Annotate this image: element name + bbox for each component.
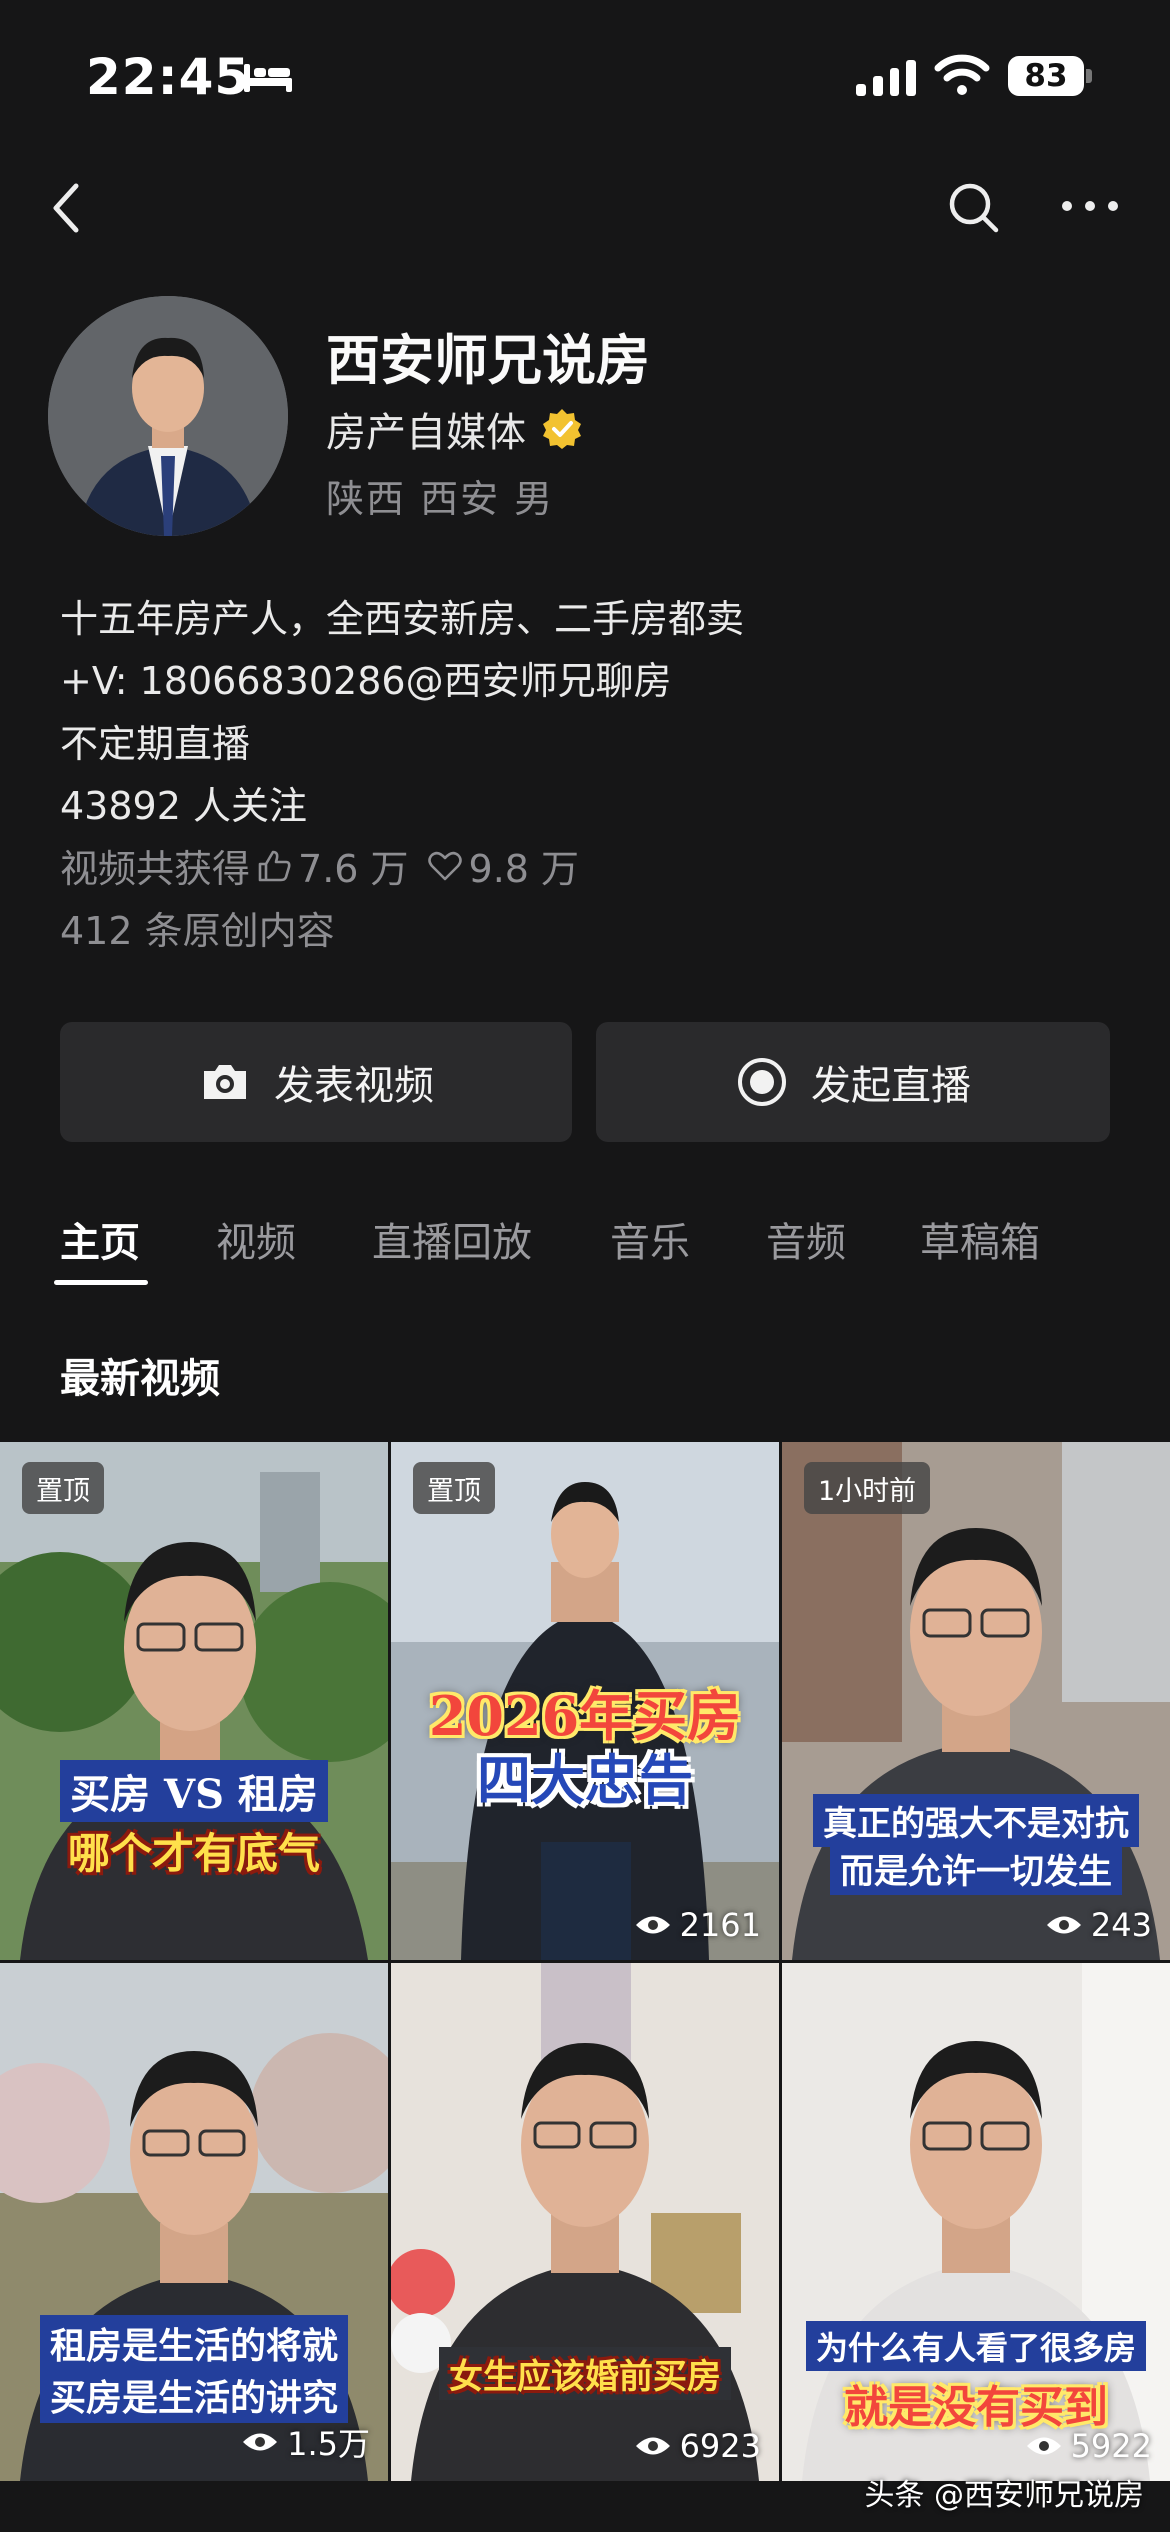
active-tab-indicator <box>54 1280 148 1285</box>
bio-line: 十五年房产人，全西安新房、二手房都卖 <box>60 597 745 641</box>
favorites-count: 9.8 万 <box>468 847 580 891</box>
start-live-button[interactable]: 发起直播 <box>596 1022 1110 1142</box>
profile-title: 房产自媒体 <box>326 410 526 456</box>
tab-live-replay[interactable]: 直播回放 <box>372 1210 532 1268</box>
wifi-icon <box>934 54 990 95</box>
video-caption: 而是允许一切发生 <box>782 1842 1170 1895</box>
eye-icon <box>1046 1916 1081 1934</box>
video-tile[interactable]: 置顶 2026年买房 四大忠告 2161 <box>391 1442 779 1960</box>
tab-music[interactable]: 音乐 <box>610 1210 690 1268</box>
video-tile[interactable]: 女生应该婚前买房 6923 <box>391 1963 779 2481</box>
video-caption-line: 女生应该婚前买房 <box>439 2347 731 2400</box>
eye-icon <box>243 2433 278 2451</box>
post-video-button[interactable]: 发表视频 <box>60 1022 572 1142</box>
original-works-count: 412 条原创内容 <box>60 909 335 953</box>
video-caption-line: 四大忠告 <box>477 1748 693 1812</box>
view-count: 2161 <box>634 1906 761 1944</box>
eye-icon <box>1026 2437 1061 2455</box>
video-tile[interactable]: 1小时前 真正的强大不是对抗 而是允许一切发生 243 <box>782 1442 1170 1960</box>
view-count-value: 2161 <box>679 1906 761 1944</box>
engagement-stats: 视频共获得 7.6 万 9.8 万 <box>60 838 579 893</box>
verified-badge-icon <box>543 409 581 449</box>
battery-indicator: 83 <box>1008 56 1084 96</box>
video-caption: 女生应该婚前买房 <box>391 2347 779 2400</box>
tab-audio[interactable]: 音频 <box>766 1210 846 1268</box>
profile-name: 西安师兄说房 <box>326 329 650 392</box>
video-caption-line: 而是允许一切发生 <box>830 1842 1122 1895</box>
view-count-value: 5922 <box>1070 2427 1152 2465</box>
view-count: 5922 <box>1025 2427 1152 2465</box>
cellular-signal-icon <box>856 56 916 96</box>
view-count-value: 1.5万 <box>287 2425 370 2463</box>
tab-videos[interactable]: 视频 <box>216 1210 296 1268</box>
video-caption: 为什么有人看了很多房 <box>782 2321 1170 2371</box>
video-thumbnail <box>0 1442 388 1960</box>
live-record-icon <box>738 1058 786 1106</box>
view-count-value: 243 <box>1090 1906 1152 1944</box>
avatar[interactable] <box>48 296 288 536</box>
thumbs-up-icon <box>258 850 291 881</box>
status-time: 22:45 <box>86 48 251 106</box>
start-live-label: 发起直播 <box>811 1063 971 1109</box>
video-thumbnail <box>391 1963 779 2481</box>
video-caption-line: 为什么有人看了很多房 <box>805 2321 1146 2371</box>
heart-icon <box>427 851 462 880</box>
profile-tabs: 主页 视频 直播回放 音乐 音频 草稿箱 <box>0 1210 1170 1280</box>
profile-title-row: 房产自媒体 <box>326 400 584 458</box>
video-caption-line: 租房是生活的将就 <box>39 2315 348 2371</box>
video-caption-line: 买房 VS 租房 <box>60 1760 328 1822</box>
video-caption-line: 真正的强大不是对抗 <box>813 1794 1139 1847</box>
video-caption-line: 买房是生活的讲究 <box>39 2367 348 2423</box>
section-title: 最新视频 <box>60 1356 220 1402</box>
avatar-portrait <box>48 296 288 536</box>
video-tile[interactable]: 为什么有人看了很多房 就是没有买到 5922 <box>782 1963 1170 2481</box>
pinned-badge: 置顶 <box>413 1462 495 1514</box>
battery-tip <box>1086 69 1092 83</box>
video-caption-line: 就是没有买到 <box>844 2382 1108 2433</box>
video-caption: 租房是生活的将就 <box>0 2315 388 2371</box>
profile-location: 陕西 西安 男 <box>326 477 555 521</box>
tab-home[interactable]: 主页 <box>60 1210 140 1268</box>
video-tile[interactable]: 置顶 买房 VS 租房 哪个才有底气 <box>0 1442 388 1960</box>
tab-drafts[interactable]: 草稿箱 <box>920 1210 1040 1268</box>
video-caption: 买房 VS 租房 <box>0 1760 388 1822</box>
view-count: 6923 <box>634 2427 761 2465</box>
back-icon[interactable] <box>44 176 88 240</box>
view-count: 1.5万 <box>241 2419 370 2465</box>
video-caption: 买房是生活的讲究 <box>0 2367 388 2423</box>
pinned-badge: 置顶 <box>22 1462 104 1514</box>
sleep-focus-icon <box>244 64 292 92</box>
video-tile[interactable]: 租房是生活的将就 买房是生活的讲究 1.5万 <box>0 1963 388 2481</box>
eye-icon <box>635 1916 670 1934</box>
follower-count: 43892 人关注 <box>60 784 307 828</box>
video-caption-line: 哪个才有底气 <box>67 1829 320 1878</box>
view-count: 243 <box>1045 1906 1152 1944</box>
stats-prefix: 视频共获得 <box>60 847 251 891</box>
time-badge: 1小时前 <box>804 1462 931 1514</box>
bio-line: +V: 18066830286@西安师兄聊房 <box>60 659 672 703</box>
eye-icon <box>635 2437 670 2455</box>
camera-icon <box>204 1065 246 1099</box>
video-caption: 真正的强大不是对抗 <box>782 1794 1170 1847</box>
view-count-value: 6923 <box>679 2427 761 2465</box>
likes-count: 7.6 万 <box>298 847 409 891</box>
more-options-icon[interactable] <box>1062 196 1118 216</box>
post-video-label: 发表视频 <box>274 1063 434 1109</box>
search-icon[interactable] <box>944 178 1004 238</box>
watermark: 头条 @西安师兄说房 <box>864 2478 1144 2513</box>
bio-line: 不定期直播 <box>60 722 251 766</box>
